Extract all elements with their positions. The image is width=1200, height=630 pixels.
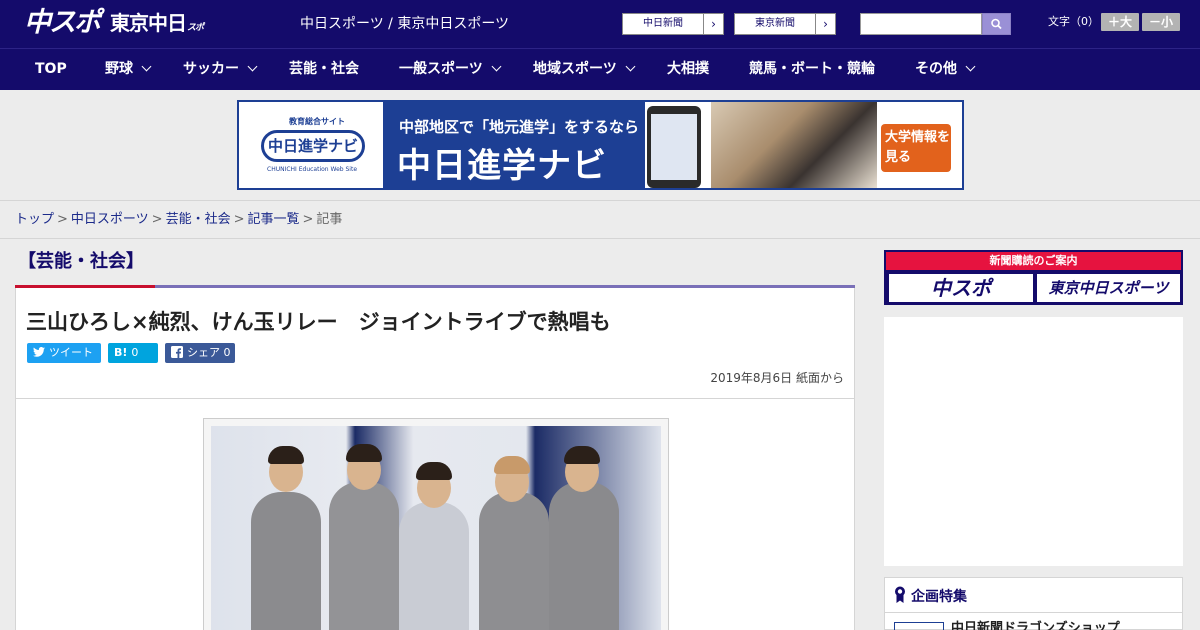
breadcrumb-link-list[interactable]: 記事一覧 (248, 212, 300, 227)
nav-item-label: 野球 (105, 61, 133, 77)
breadcrumb-separator: > (151, 212, 163, 227)
tokyo-chunichi-logo-text: 東京中日 (110, 11, 187, 35)
special-features-header: 企画特集 (885, 578, 1182, 613)
breadcrumb-current: 記事 (316, 212, 343, 227)
subscription-box: 新聞購読のご案内 中スポ 東京中日スポーツ (884, 250, 1183, 305)
banner-logo-name: 中日進学ナビ (261, 130, 365, 162)
twitter-icon (33, 347, 45, 357)
nav-item-top[interactable]: TOP (35, 49, 67, 90)
article-photo[interactable] (211, 426, 661, 630)
banner-logo-tag: 教育総合サイト (289, 117, 345, 126)
ad-banner[interactable]: 教育総合サイト 中日進学ナビ CHUNICHI Education Web Si… (237, 100, 964, 190)
special-features: 企画特集 中日新聞ドラゴンズショップ (884, 577, 1183, 630)
subscribe-tokyo-chunichi-button[interactable]: 東京中日スポーツ (1037, 274, 1180, 302)
nav-item-local-sports[interactable]: 地域スポーツ (533, 49, 636, 90)
article-body (15, 399, 855, 630)
nav-item-label: その他 (915, 61, 957, 77)
phone-image (647, 106, 701, 188)
search-button[interactable] (982, 13, 1011, 35)
text-smaller-button[interactable]: －小 (1142, 13, 1180, 31)
nav-item-sumo[interactable]: 大相撲 (667, 49, 709, 90)
breadcrumb-link-top[interactable]: トップ (15, 212, 54, 227)
facebook-icon (171, 346, 183, 358)
facebook-count: 0 (223, 346, 231, 359)
nav-item-soccer[interactable]: サッカー (183, 49, 258, 90)
nav-item-other[interactable]: その他 (915, 49, 976, 90)
tokyo-shimbun-label: 東京新聞 (755, 18, 795, 29)
banner-cta-label: 大学情報を見る (885, 130, 951, 165)
ribbon-icon (895, 586, 905, 603)
hatena-bookmark-button[interactable]: B! 0 (108, 343, 158, 363)
nav-item-general-sports[interactable]: 一般スポーツ (399, 49, 502, 90)
search-icon (991, 18, 1002, 30)
text-size-label: 文字（0） (1048, 15, 1099, 28)
breadcrumb-separator: > (302, 212, 314, 227)
breadcrumb-link-chuspo[interactable]: 中日スポーツ (71, 212, 149, 227)
nav-item-label: サッカー (183, 61, 239, 77)
chuspo-logo[interactable]: 中スポ (24, 6, 102, 40)
article-date: 2019年8月6日 紙面から (710, 371, 844, 385)
banner-line2: 中日進学ナビ (397, 146, 607, 186)
chevron-down-icon (247, 61, 258, 72)
tweet-button[interactable]: ツイート (27, 343, 101, 363)
hatena-icon: B! (114, 346, 128, 359)
banner-area: 教育総合サイト 中日進学ナビ CHUNICHI Education Web Si… (0, 90, 1200, 200)
banner-line1: 中部地区で「地元進学」をするなら (399, 118, 640, 136)
banner-logo-sub: CHUNICHI Education Web Site (267, 166, 358, 173)
subscribe-chuspo-button[interactable]: 中スポ (889, 274, 1033, 302)
category-heading: 【芸能・社会】 (18, 251, 144, 272)
special-item-thumbnail[interactable] (894, 622, 944, 630)
banner-logo: 教育総合サイト 中日進学ナビ CHUNICHI Education Web Si… (239, 102, 383, 188)
chevron-right-icon: › (815, 14, 835, 34)
chunichi-shimbun-label: 中日新聞 (643, 18, 683, 29)
banner-copy: 中部地区で「地元進学」をするなら 中日進学ナビ (383, 102, 645, 188)
breadcrumb-bar: トップ > 中日スポーツ > 芸能・社会 > 記事一覧 > 記事 (0, 200, 1200, 239)
chevron-down-icon (625, 61, 636, 72)
breadcrumb-separator: > (57, 212, 68, 227)
students-photo (711, 102, 877, 188)
nav-item-label: 一般スポーツ (399, 61, 483, 77)
chunichi-shimbun-link[interactable]: 中日新聞 › (622, 13, 724, 35)
facebook-share-button[interactable]: シェア 0 (165, 343, 235, 363)
chevron-down-icon (491, 61, 502, 72)
nav-item-entertainment[interactable]: 芸能・社会 (289, 49, 359, 90)
breadcrumb-separator: > (233, 212, 245, 227)
site-title: 中日スポーツ / 東京中日スポーツ (300, 16, 510, 32)
article-header: 三山ひろし×純烈、けん玉リレー ジョイントライブで熱唱も ツイート B! 0 シェ… (15, 288, 855, 399)
facebook-label: シェア (187, 346, 220, 359)
chevron-right-icon: › (703, 14, 723, 34)
chevron-down-icon (141, 61, 152, 72)
tweet-label: ツイート (49, 346, 93, 359)
banner-cta-button[interactable]: 大学情報を見る (881, 124, 951, 172)
nav-item-label: 芸能・社会 (289, 61, 359, 77)
chevron-down-icon (965, 61, 976, 72)
nav-item-label: TOP (35, 61, 67, 77)
nav-item-baseball[interactable]: 野球 (105, 49, 152, 90)
sidebar-ad[interactable] (884, 317, 1183, 566)
special-features-title: 企画特集 (911, 589, 967, 605)
nav-item-label: 競馬・ボート・競輪 (749, 61, 875, 77)
breadcrumb: トップ > 中日スポーツ > 芸能・社会 > 記事一覧 > 記事 (15, 211, 342, 229)
hatena-count: 0 (131, 346, 139, 359)
nav-item-label: 大相撲 (667, 61, 709, 77)
breadcrumb-link-entertainment[interactable]: 芸能・社会 (166, 212, 231, 227)
nav-item-label: 地域スポーツ (533, 61, 617, 77)
top-header: 中スポ 東京中日スポーツ 中日スポーツ / 東京中日スポーツ 中日新聞 › 東京… (0, 0, 1200, 68)
search-input[interactable] (860, 13, 982, 35)
text-larger-button[interactable]: ＋大 (1101, 13, 1139, 31)
subscription-title: 新聞購読のご案内 (886, 252, 1181, 270)
tokyo-chunichi-logo[interactable]: 東京中日スポーツ (110, 8, 210, 68)
article-photo-frame (203, 418, 669, 630)
article-title: 三山ひろし×純烈、けん玉リレー ジョイントライブで熱唱も (26, 310, 611, 334)
main-nav: TOP 野球 サッカー 芸能・社会 一般スポーツ 地域スポーツ 大相撲 競馬・ボ… (0, 48, 1200, 90)
nav-item-racing[interactable]: 競馬・ボート・競輪 (749, 49, 875, 90)
special-item-link[interactable]: 中日新聞ドラゴンズショップ (951, 621, 1120, 630)
tokyo-shimbun-link[interactable]: 東京新聞 › (734, 13, 836, 35)
